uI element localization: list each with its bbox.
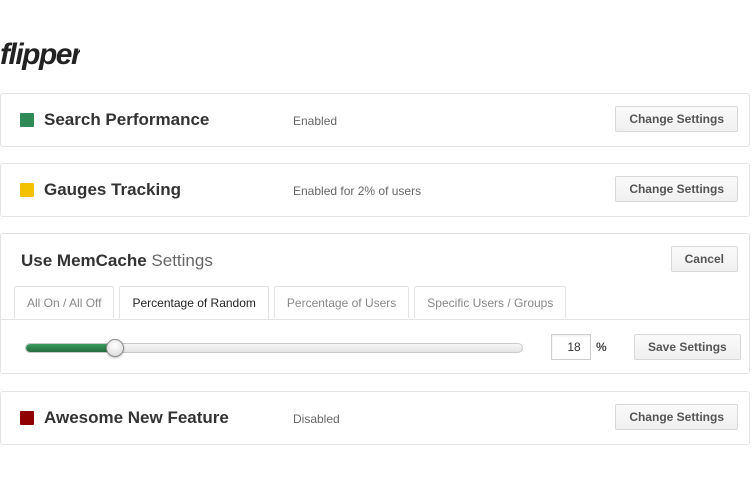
- svg-text:flipper: flipper: [0, 38, 80, 71]
- feature-row-awesome-new-feature: Awesome New Feature Disabled Change Sett…: [0, 391, 750, 445]
- settings-header: Use MemCache Settings Cancel: [1, 234, 749, 286]
- status-indicator-disabled: [20, 411, 34, 425]
- save-settings-button[interactable]: Save Settings: [634, 334, 741, 360]
- percentage-slider-fill: [26, 344, 116, 352]
- status-indicator-enabled: [20, 113, 34, 127]
- percentage-slider-track[interactable]: [25, 343, 523, 353]
- feature-row-search-performance: Search Performance Enabled Change Settin…: [0, 93, 750, 147]
- percentage-slider-thumb[interactable]: [106, 339, 124, 357]
- tab-percentage-of-users[interactable]: Percentage of Users: [273, 286, 410, 318]
- percent-sign: %: [596, 340, 607, 354]
- feature-name: Search Performance: [44, 110, 210, 129]
- settings-feature-name: Use MemCache: [21, 251, 147, 270]
- tab-all-on-all-off[interactable]: All On / All Off: [14, 286, 115, 318]
- change-settings-button[interactable]: Change Settings: [615, 106, 738, 132]
- cancel-button[interactable]: Cancel: [670, 246, 738, 272]
- settings-title-suffix: Settings: [151, 251, 213, 270]
- feature-state: Disabled: [293, 412, 340, 426]
- feature-name: Awesome New Feature: [44, 408, 229, 427]
- feature-settings-panel: Use MemCache Settings Cancel All On / Al…: [0, 233, 750, 374]
- tab-divider: [1, 319, 749, 320]
- settings-title: Use MemCache Settings: [21, 251, 213, 271]
- settings-tabs: All On / All Off Percentage of Random Pe…: [14, 286, 571, 319]
- feature-row-gauges-tracking: Gauges Tracking Enabled for 2% of users …: [0, 163, 750, 217]
- status-indicator-partial: [20, 183, 34, 197]
- tab-specific-users-groups[interactable]: Specific Users / Groups: [414, 286, 567, 318]
- change-settings-button[interactable]: Change Settings: [615, 176, 738, 202]
- feature-name: Gauges Tracking: [44, 180, 181, 199]
- change-settings-button[interactable]: Change Settings: [615, 404, 738, 430]
- feature-state: Enabled: [293, 114, 338, 128]
- feature-state: Enabled for 2% of users: [293, 184, 422, 198]
- flipper-logo: flipper: [0, 30, 80, 74]
- percentage-input[interactable]: [551, 334, 591, 360]
- tab-percentage-of-random[interactable]: Percentage of Random: [119, 286, 269, 319]
